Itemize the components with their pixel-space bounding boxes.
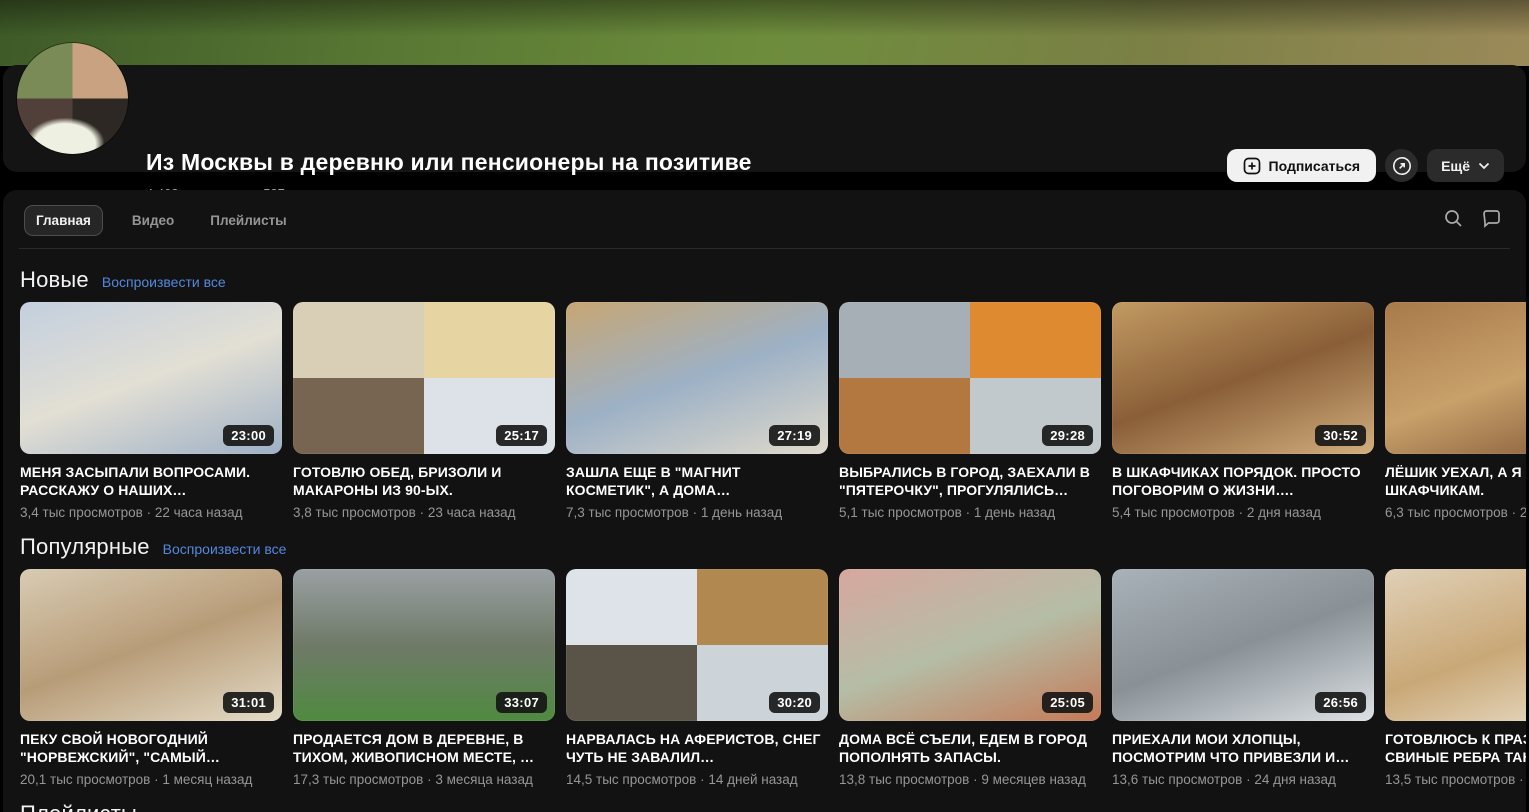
video-meta: 7,3 тыс просмотров · 1 день назад <box>566 505 828 520</box>
channel-banner <box>0 0 1529 66</box>
video-thumbnail[interactable]: 30:20 <box>566 569 828 721</box>
video-thumbnail[interactable]: 29:28 <box>839 302 1101 454</box>
more-button[interactable]: Ещё <box>1427 149 1504 182</box>
video-duration-badge: 23:00 <box>223 425 274 446</box>
video-card[interactable]: 27:19 ЗАШЛА ЕЩЕ В "МАГНИТ КОСМЕТИК", А Д… <box>566 302 828 520</box>
video-meta: 20,1 тыс просмотров · 1 месяц назад <box>20 772 282 787</box>
video-duration-badge: 31:01 <box>223 692 274 713</box>
comment-bubble-icon <box>1481 208 1502 229</box>
video-thumbnail[interactable]: 25:17 <box>293 302 555 454</box>
section-title-playlists: Плейлисты <box>20 801 1526 812</box>
section-new: Новые Воспроизвести все 23:00 МЕНЯ ЗАСЫП… <box>20 267 1526 520</box>
plus-box-icon <box>1243 157 1261 175</box>
video-duration-badge: 25:17 <box>496 425 547 446</box>
video-meta: 14,5 тыс просмотров · 14 дней назад <box>566 772 828 787</box>
video-thumbnail[interactable]: 26:56 <box>1112 569 1374 721</box>
video-card[interactable]: 25:05 ДОМА ВСЁ СЪЕЛИ, ЕДЕМ В ГОРОД ПОПОЛ… <box>839 569 1101 787</box>
video-card[interactable]: 31:01 ПЕКУ СВОЙ НОВОГОДНИЙ "НОРВЕЖСКИЙ",… <box>20 569 282 787</box>
play-all-link[interactable]: Воспроизвести все <box>163 541 287 557</box>
video-title[interactable]: ПРИЕХАЛИ МОИ ХЛОПЦЫ, ПОСМОТРИМ ЧТО ПРИВЕ… <box>1112 730 1374 766</box>
video-meta: 13,5 тыс просмотров · 2 месяца назад <box>1385 772 1526 787</box>
video-duration-badge: 29:28 <box>1042 425 1093 446</box>
channel-header: Из Москвы в деревню или пенсионеры на по… <box>3 65 1526 172</box>
section-popular: Популярные Воспроизвести все 31:01 ПЕКУ … <box>20 534 1526 787</box>
video-card[interactable]: 25:17 ГОТОВЛЮ ОБЕД, БРИЗОЛИ И МАКАРОНЫ И… <box>293 302 555 520</box>
video-card[interactable]: 30:52 В ШКАФЧИКАХ ПОРЯДОК. ПРОСТО ПОГОВО… <box>1112 302 1374 520</box>
tabs-divider <box>19 248 1510 249</box>
share-button[interactable] <box>1385 149 1418 182</box>
video-card[interactable]: 29:28 ВЫБРАЛИСЬ В ГОРОД, ЗАЕХАЛИ В "ПЯТЕ… <box>839 302 1101 520</box>
video-meta: 5,1 тыс просмотров · 1 день назад <box>839 505 1101 520</box>
video-meta: 6,3 тыс просмотров · 2 дня назад <box>1385 505 1526 520</box>
video-duration-badge: 26:56 <box>1315 692 1366 713</box>
search-button[interactable] <box>1443 208 1464 229</box>
section-title: Новые <box>20 267 89 293</box>
video-title[interactable]: ЛЁШИК УЕХАЛ, А Я ПРОЙДУСЬ ПО ШКАФЧИКАМ. <box>1385 463 1526 499</box>
video-meta: 3,8 тыс просмотров · 23 часа назад <box>293 505 555 520</box>
video-title[interactable]: ДОМА ВСЁ СЪЕЛИ, ЕДЕМ В ГОРОД ПОПОЛНЯТЬ З… <box>839 730 1101 766</box>
content-panel: Главная Видео Плейлисты <box>3 190 1526 812</box>
video-title[interactable]: ПЕКУ СВОЙ НОВОГОДНИЙ "НОРВЕЖСКИЙ", "САМЫ… <box>20 730 282 766</box>
subscribe-button[interactable]: Подписаться <box>1227 149 1377 182</box>
tab-videos[interactable]: Видео <box>121 205 185 236</box>
channel-title: Из Москвы в деревню или пенсионеры на по… <box>146 149 752 176</box>
video-card[interactable]: ЛЁШИК УЕХАЛ, А Я ПРОЙДУСЬ ПО ШКАФЧИКАМ. … <box>1385 302 1526 520</box>
video-title[interactable]: НАРВАЛАСЬ НА АФЕРИСТОВ, СНЕГ ЧУТЬ НЕ ЗАВ… <box>566 730 828 766</box>
video-thumbnail[interactable]: 23:00 <box>20 302 282 454</box>
video-title[interactable]: В ШКАФЧИКАХ ПОРЯДОК. ПРОСТО ПОГОВОРИМ О … <box>1112 463 1374 499</box>
video-thumbnail[interactable] <box>1385 302 1526 454</box>
video-duration-badge: 30:20 <box>769 692 820 713</box>
tab-home[interactable]: Главная <box>24 205 103 236</box>
video-thumbnail[interactable]: 33:07 <box>293 569 555 721</box>
search-icon <box>1443 208 1464 229</box>
video-title[interactable]: ЗАШЛА ЕЩЕ В "МАГНИТ КОСМЕТИК", А ДОМА… <box>566 463 828 499</box>
video-thumbnail[interactable]: 27:19 <box>566 302 828 454</box>
video-card[interactable]: 30:20 НАРВАЛАСЬ НА АФЕРИСТОВ, СНЕГ ЧУТЬ … <box>566 569 828 787</box>
video-duration-badge: 30:52 <box>1315 425 1366 446</box>
video-title[interactable]: МЕНЯ ЗАСЫПАЛИ ВОПРОСАМИ. РАССКАЖУ О НАШИ… <box>20 463 282 499</box>
tab-playlists[interactable]: Плейлисты <box>199 205 297 236</box>
video-duration-badge: 25:05 <box>1042 692 1093 713</box>
share-arrow-icon <box>1391 155 1413 177</box>
video-meta: 5,4 тыс просмотров · 2 дня назад <box>1112 505 1374 520</box>
video-thumbnail[interactable] <box>1385 569 1526 721</box>
video-meta: 3,4 тыс просмотров · 22 часа назад <box>20 505 282 520</box>
video-thumbnail[interactable]: 31:01 <box>20 569 282 721</box>
section-title: Популярные <box>20 534 150 560</box>
video-card[interactable]: ГОТОВЛЮСЬ К ПРАЗДНИКУ, СВИНЫЕ РЕБРА ТАЮЩ… <box>1385 569 1526 787</box>
video-card[interactable]: 23:00 МЕНЯ ЗАСЫПАЛИ ВОПРОСАМИ. РАССКАЖУ … <box>20 302 282 520</box>
video-duration-badge: 33:07 <box>496 692 547 713</box>
more-button-label: Ещё <box>1441 158 1470 174</box>
video-meta: 13,8 тыс просмотров · 9 месяцев назад <box>839 772 1101 787</box>
video-title[interactable]: ВЫБРАЛИСЬ В ГОРОД, ЗАЕХАЛИ В "ПЯТЕРОЧКУ"… <box>839 463 1101 499</box>
video-duration-badge: 27:19 <box>769 425 820 446</box>
subscribe-label: Подписаться <box>1269 158 1361 174</box>
video-card[interactable]: 26:56 ПРИЕХАЛИ МОИ ХЛОПЦЫ, ПОСМОТРИМ ЧТО… <box>1112 569 1374 787</box>
video-meta: 13,6 тыс просмотров · 24 дня назад <box>1112 772 1374 787</box>
video-card[interactable]: 33:07 ПРОДАЕТСЯ ДОМ В ДЕРЕВНЕ, В ТИХОМ, … <box>293 569 555 787</box>
video-thumbnail[interactable]: 25:05 <box>839 569 1101 721</box>
play-all-link[interactable]: Воспроизвести все <box>102 274 226 290</box>
video-title[interactable]: ГОТОВЛЮ ОБЕД, БРИЗОЛИ И МАКАРОНЫ ИЗ 90-Ы… <box>293 463 555 499</box>
video-thumbnail[interactable]: 30:52 <box>1112 302 1374 454</box>
comments-button[interactable] <box>1481 208 1502 229</box>
chevron-down-icon <box>1478 162 1490 170</box>
video-meta: 17,3 тыс просмотров · 3 месяца назад <box>293 772 555 787</box>
avatar-flowers-detail <box>26 118 104 154</box>
video-title[interactable]: ГОТОВЛЮСЬ К ПРАЗДНИКУ, СВИНЫЕ РЕБРА ТАЮЩ… <box>1385 730 1526 766</box>
video-title[interactable]: ПРОДАЕТСЯ ДОМ В ДЕРЕВНЕ, В ТИХОМ, ЖИВОПИ… <box>293 730 555 766</box>
channel-avatar[interactable] <box>17 43 128 154</box>
tabs-bar: Главная Видео Плейлисты <box>3 190 1526 236</box>
